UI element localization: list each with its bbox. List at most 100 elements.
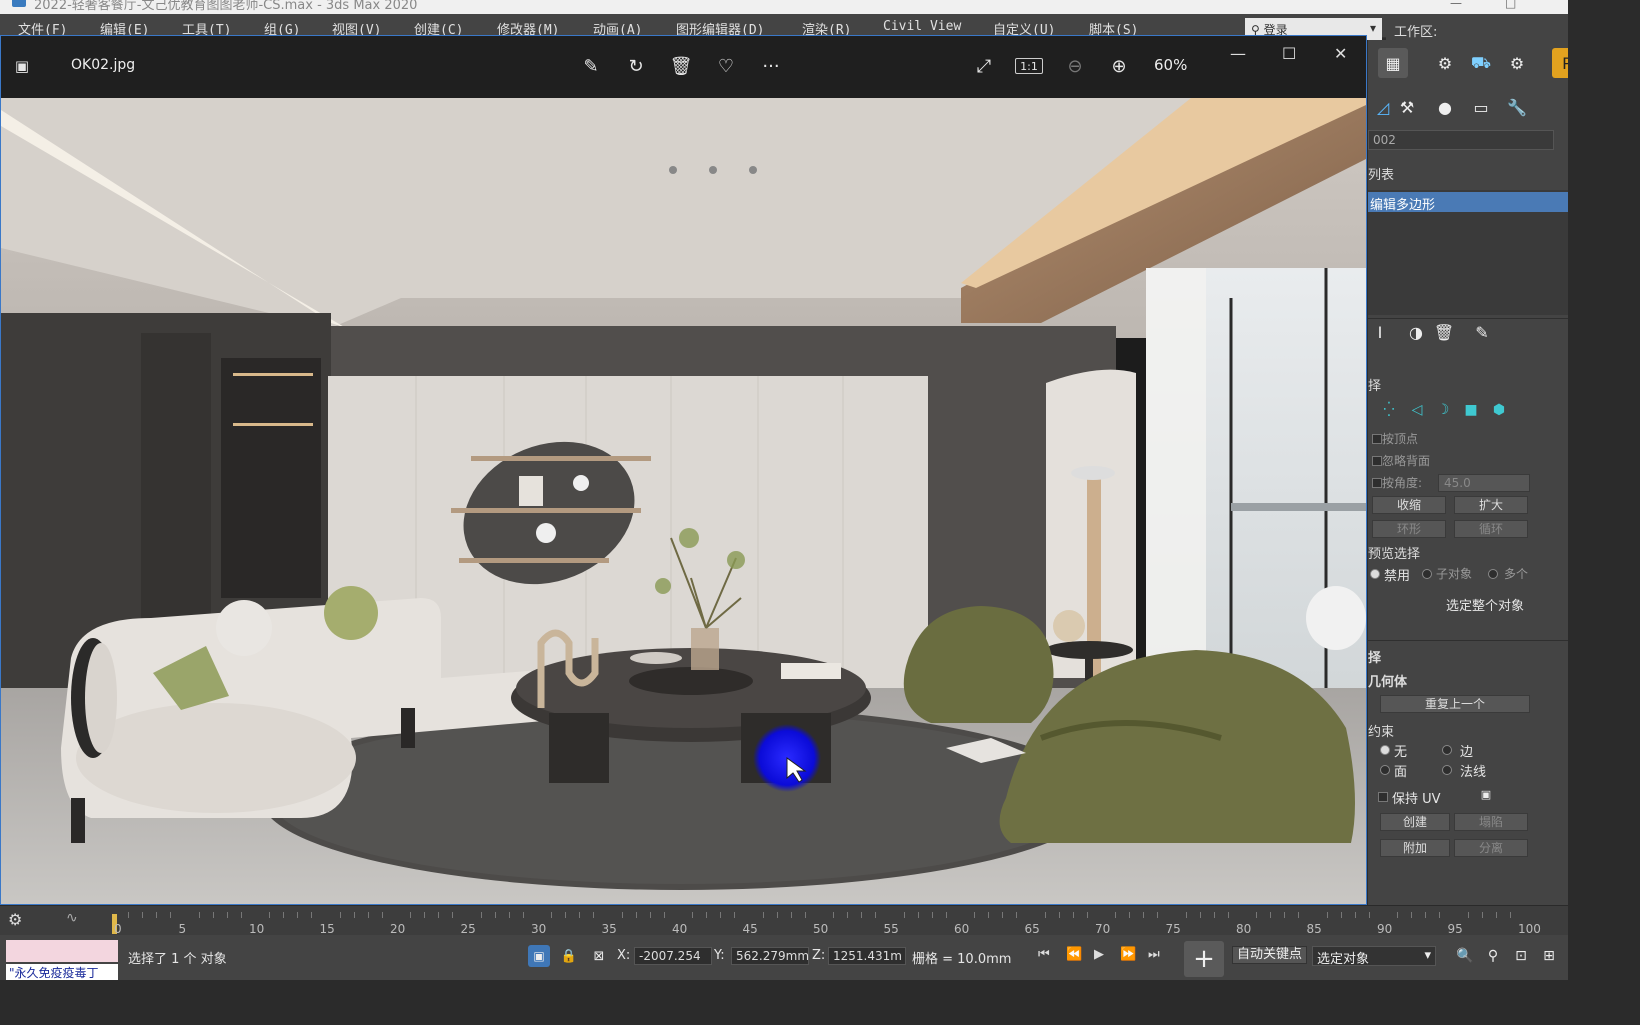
preserve-uv-checkbox[interactable] bbox=[1378, 792, 1388, 802]
constraint-face-radio[interactable] bbox=[1380, 765, 1390, 775]
field-of-view-icon[interactable]: ⊞ bbox=[1536, 943, 1562, 969]
auto-key-button[interactable]: 自动关键点 bbox=[1232, 946, 1308, 964]
timeline-minor-tick bbox=[945, 912, 947, 918]
hierarchy-tab-icon[interactable]: ⚒ bbox=[1392, 92, 1422, 122]
go-to-start-button[interactable]: ⏮ bbox=[1038, 947, 1050, 962]
divider bbox=[1368, 640, 1568, 641]
preview-disable-radio[interactable] bbox=[1370, 569, 1380, 579]
y-coord-field[interactable]: 562.279mm bbox=[731, 947, 809, 965]
element-icon[interactable]: ⬢ bbox=[1490, 401, 1508, 419]
viewer-maximize-button[interactable]: ☐ bbox=[1282, 44, 1296, 63]
zoom-in-icon[interactable]: ⊕ bbox=[1106, 54, 1132, 78]
timeline-minor-tick bbox=[438, 912, 440, 918]
angle-spinner[interactable]: 45.0 bbox=[1438, 474, 1530, 492]
by-vertex-checkbox[interactable] bbox=[1372, 434, 1382, 444]
zoom-all-icon[interactable]: ⚲ bbox=[1480, 943, 1506, 969]
timeline-tick-label: 45 bbox=[742, 922, 758, 936]
border-icon[interactable]: ☽ bbox=[1434, 401, 1452, 419]
constraint-none-radio[interactable] bbox=[1380, 745, 1390, 755]
zoom-extents-icon[interactable]: ⊡ bbox=[1508, 943, 1534, 969]
edit-geometry-subheader[interactable]: 几何体 bbox=[1368, 671, 1407, 690]
rotate-icon[interactable]: ↻ bbox=[623, 54, 649, 78]
attach-button[interactable]: 附加 bbox=[1380, 839, 1450, 857]
edit-geometry-header[interactable]: 择 bbox=[1368, 647, 1381, 666]
pin-stack-icon[interactable]: Ⅰ bbox=[1370, 317, 1390, 347]
ignore-backface-checkbox[interactable] bbox=[1372, 456, 1382, 466]
maxscript-input[interactable]: "永久免疫疫毒丁 bbox=[6, 964, 118, 980]
shrink-button[interactable]: 收缩 bbox=[1372, 496, 1446, 514]
render-frame-icon[interactable]: ⚙ bbox=[1430, 48, 1460, 78]
modifier-edit-poly[interactable]: 编辑多边形 bbox=[1368, 192, 1568, 213]
go-to-end-button[interactable]: ⏭ bbox=[1148, 947, 1160, 962]
configure-modifier-icon[interactable]: ✎ bbox=[1472, 317, 1492, 347]
edit-image-icon[interactable]: ✎ bbox=[578, 54, 604, 78]
actual-size-icon[interactable]: 1:1 bbox=[1015, 58, 1043, 74]
grow-button[interactable]: 扩大 bbox=[1454, 496, 1528, 514]
max-maximize-button[interactable]: □ bbox=[1505, 0, 1516, 10]
play-button[interactable]: ▶ bbox=[1094, 947, 1104, 962]
set-key-icon[interactable]: + bbox=[1184, 941, 1224, 977]
vertex-icon[interactable]: ⁛ bbox=[1380, 401, 1398, 419]
previous-frame-button[interactable]: ⏪ bbox=[1066, 947, 1082, 962]
viewer-filename: OK02.jpg bbox=[71, 57, 136, 73]
loop-button[interactable]: 循环 bbox=[1454, 520, 1528, 538]
polygon-icon[interactable]: ■ bbox=[1462, 401, 1480, 419]
workspace-selector[interactable]: 工作区: 默认 bbox=[1386, 18, 1568, 59]
timeline-bar[interactable]: ⚙ ∿ 0 5 10 15 20 25 30 35 40 45 50 55 60 65 70 75 80 85 90… bbox=[0, 905, 1568, 936]
absolute-mode-icon[interactable]: ⊠ bbox=[588, 945, 610, 967]
utilities-tab-icon[interactable]: 🔧 bbox=[1502, 92, 1532, 122]
preview-subobject-radio[interactable] bbox=[1422, 569, 1432, 579]
object-name-field[interactable]: 002 bbox=[1368, 130, 1554, 150]
constraint-face-label: 面 bbox=[1394, 765, 1408, 780]
edge-icon[interactable]: ◁ bbox=[1408, 401, 1426, 419]
zoom-out-icon[interactable]: ⊖ bbox=[1062, 54, 1088, 78]
constraint-normal-radio[interactable] bbox=[1442, 765, 1452, 775]
selection-set-dropdown[interactable]: 选定对象 ▾ bbox=[1312, 946, 1436, 967]
curve-editor-icon[interactable]: ∿ bbox=[66, 910, 78, 926]
timeline-minor-tick bbox=[1213, 912, 1215, 918]
timeline-minor-tick bbox=[1199, 912, 1201, 918]
menu-civil-view[interactable]: Civil View bbox=[883, 19, 961, 34]
timeline-minor-tick bbox=[1016, 912, 1018, 918]
viewer-close-button[interactable]: ✕ bbox=[1334, 44, 1347, 63]
displayed-photo[interactable] bbox=[1, 98, 1366, 904]
lock-icon[interactable]: 🔒 bbox=[558, 945, 580, 967]
collapse-button[interactable]: 塌陷 bbox=[1454, 813, 1528, 831]
plugin-icon[interactable]: P bbox=[1552, 48, 1568, 78]
isolate-selection-icon[interactable]: ▣ bbox=[528, 945, 550, 967]
more-icon[interactable]: ··· bbox=[757, 54, 785, 78]
motion-tab-icon[interactable]: ● bbox=[1430, 92, 1460, 122]
selection-rollout-header[interactable]: 择 bbox=[1368, 375, 1381, 394]
ring-button[interactable]: 环形 bbox=[1372, 520, 1446, 538]
expand-icon[interactable]: ⤢ bbox=[971, 54, 997, 78]
max-minimize-button[interactable]: — bbox=[1450, 0, 1462, 10]
timeline-minor-tick bbox=[1481, 912, 1483, 918]
remove-modifier-icon[interactable]: 🗑 bbox=[1434, 317, 1454, 347]
create-button[interactable]: 创建 bbox=[1380, 813, 1450, 831]
display-tab-icon[interactable]: ▭ bbox=[1466, 92, 1496, 122]
zoom-icon[interactable]: 🔍 bbox=[1452, 943, 1478, 969]
modifier-list-label[interactable]: 列表 bbox=[1368, 164, 1394, 183]
viewer-minimize-button[interactable]: — bbox=[1230, 44, 1246, 63]
by-angle-checkbox[interactable] bbox=[1372, 478, 1382, 488]
trash-icon[interactable]: 🗑 bbox=[668, 54, 694, 78]
preview-multi-radio[interactable] bbox=[1488, 569, 1498, 579]
constraint-edge-radio[interactable] bbox=[1442, 745, 1452, 755]
settings-box-icon[interactable]: ▣ bbox=[1476, 784, 1496, 804]
show-end-result-icon[interactable]: ◑ bbox=[1406, 317, 1426, 347]
mini-curve-icon[interactable]: ⚙ bbox=[8, 910, 32, 930]
next-frame-button[interactable]: ⏩ bbox=[1120, 947, 1136, 962]
render-production-icon[interactable]: ⚙ bbox=[1502, 48, 1532, 78]
timeline-minor-tick bbox=[269, 912, 271, 918]
repeat-last-button[interactable]: 重复上一个 bbox=[1380, 695, 1530, 713]
render-setup-icon[interactable]: ▦ bbox=[1378, 48, 1408, 78]
x-coord-field[interactable]: -2007.254 bbox=[634, 947, 712, 965]
z-coord-field[interactable]: 1251.431m bbox=[828, 947, 906, 965]
maxscript-listener[interactable] bbox=[6, 940, 118, 962]
render-icon[interactable]: ⛟ bbox=[1466, 48, 1496, 78]
heart-icon[interactable]: ♡ bbox=[713, 54, 739, 78]
detach-button[interactable]: 分离 bbox=[1454, 839, 1528, 857]
timeline-minor-tick bbox=[381, 912, 383, 918]
zoom-level[interactable]: 60% bbox=[1154, 56, 1187, 74]
timeline-minor-tick bbox=[1143, 912, 1145, 918]
